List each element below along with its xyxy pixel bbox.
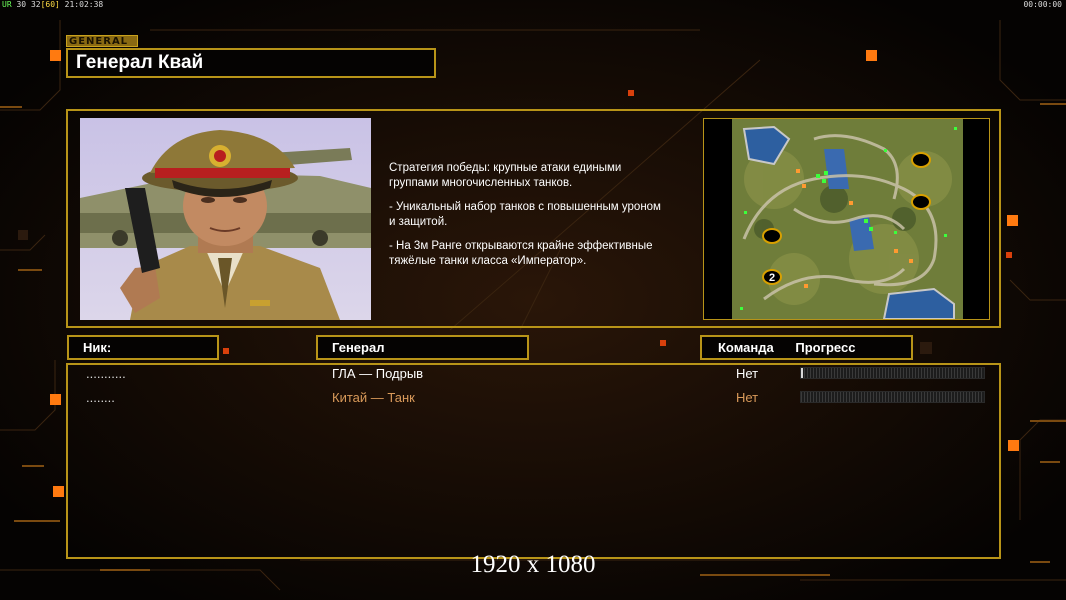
general-tag: GENERAL xyxy=(66,35,138,47)
player-progress-bar xyxy=(800,367,985,379)
debug-stats: UR 30 32[60] 21:02:38 xyxy=(2,0,103,9)
description-line: - На 3м Ранге открываются крайне эффекти… xyxy=(389,240,653,267)
player-nick: ........... xyxy=(86,366,126,381)
column-header-team-progress: Команда Прогресс xyxy=(700,335,913,360)
player-general: Китай — Танк xyxy=(332,390,415,405)
hud-right-clock: 00:00:00 xyxy=(1023,0,1062,9)
column-header-nick: Ник: xyxy=(67,335,219,360)
player-general: ГЛА — Подрыв xyxy=(332,366,424,381)
hud-clock: 21:02:38 xyxy=(64,0,104,9)
player-team: Нет xyxy=(736,390,759,405)
progress-fill xyxy=(801,368,803,378)
player-team: Нет xyxy=(736,366,759,381)
hud-prefix: UR xyxy=(2,0,12,9)
general-description: Стратегия победы: крупные атаки едиными … xyxy=(389,161,699,278)
column-header-progress: Прогресс xyxy=(795,340,856,355)
hud-frames: 32 xyxy=(30,0,41,9)
general-title: Генерал Квай xyxy=(66,48,436,78)
column-header-general: Генерал xyxy=(316,335,529,360)
hud-fps: 30 xyxy=(16,0,27,9)
player-nick: ........ xyxy=(86,390,115,405)
description-line: Стратегия победы: крупные атаки едиными … xyxy=(389,162,622,189)
general-portrait xyxy=(80,118,371,320)
column-header-team: Команда xyxy=(718,340,774,355)
description-line: - Уникальный набор танков с повышенным у… xyxy=(389,201,661,228)
map-preview: 2 xyxy=(703,118,990,320)
resolution-label: 1920 x 1080 xyxy=(470,551,596,578)
player-progress-bar xyxy=(800,391,985,403)
hud-frames-limit: [60] xyxy=(40,0,60,9)
map-start-label: 2 xyxy=(769,272,775,284)
